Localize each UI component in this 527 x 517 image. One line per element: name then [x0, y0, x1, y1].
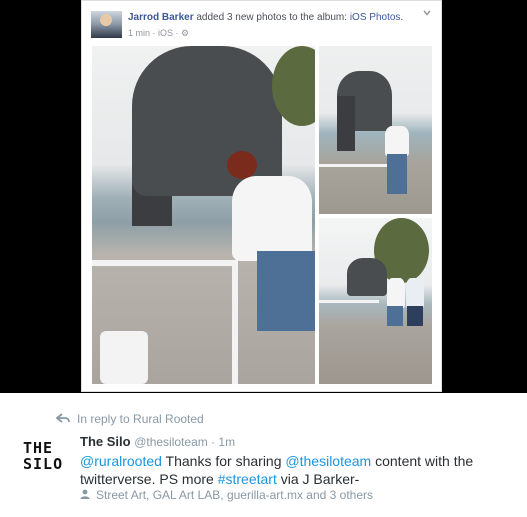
- statue-photo-bottom-right[interactable]: [319, 218, 432, 384]
- avatar-logo-line-2: SILO: [23, 455, 64, 473]
- reply-to-label: In reply to Rural Rooted: [77, 412, 204, 426]
- person-icon: [80, 488, 92, 502]
- account-handle[interactable]: @thesiloteam: [134, 435, 208, 449]
- avatar-logo-line-1: THE: [23, 439, 54, 457]
- privacy-gear-icon[interactable]: ⚙: [181, 28, 189, 38]
- tweet-text-part-1: Thanks for sharing: [161, 453, 286, 469]
- statue-photo-main[interactable]: [92, 46, 315, 384]
- photo-railing: [92, 260, 237, 266]
- statue-photo-top-right[interactable]: [319, 46, 432, 214]
- photo-person-legs: [387, 306, 403, 326]
- photo-railing-post: [232, 260, 238, 384]
- photo-railing: [319, 164, 391, 167]
- mention-ruralrooted[interactable]: @ruralrooted: [80, 453, 162, 469]
- mention-thesiloteam[interactable]: @thesiloteam: [285, 453, 371, 469]
- facebook-post-card: Jarrod Barker added 3 new photos to the …: [81, 0, 442, 392]
- photo-person-top: [232, 176, 312, 261]
- tweet: In reply to Rural Rooted THE SILO The Si…: [0, 393, 527, 517]
- chevron-down-icon[interactable]: [423, 9, 431, 17]
- in-reply-to[interactable]: In reply to Rural Rooted: [55, 412, 204, 426]
- author-avatar[interactable]: [91, 11, 122, 38]
- photo-person-legs: [387, 154, 407, 194]
- album-suffix: .: [400, 12, 404, 23]
- tweet-header: The Silo @thesiloteam · 1m: [80, 434, 235, 449]
- account-name[interactable]: The Silo: [80, 434, 131, 449]
- post-action-text: added 3 new photos to the album:: [193, 12, 350, 23]
- photo-person2-top: [406, 278, 424, 308]
- photo-person-top: [385, 126, 409, 156]
- post-meta: 1 min · iOS · ⚙: [128, 28, 189, 39]
- tweet-timestamp[interactable]: 1m: [218, 435, 235, 449]
- tagged-accounts-label: Street Art, GAL Art LAB, guerilla-art.mx…: [96, 488, 374, 502]
- post-timestamp[interactable]: 1 min · iOS ·: [128, 28, 181, 38]
- header-separator: ·: [207, 435, 219, 449]
- photo-pole: [337, 96, 355, 151]
- author-name-link[interactable]: Jarrod Barker: [128, 12, 194, 23]
- photo-person-legs: [257, 251, 315, 331]
- post-header: Jarrod Barker added 3 new photos to the …: [128, 11, 418, 24]
- photo-pedestal: [100, 331, 148, 384]
- tweet-text-part-3: via J Barker-: [276, 471, 360, 487]
- photo-person-top: [387, 278, 405, 308]
- album-link[interactable]: iOS Photos: [350, 12, 401, 23]
- photo-person-head: [227, 151, 257, 179]
- statue-figures: [132, 46, 282, 196]
- photo-person2-legs: [407, 306, 423, 326]
- photo-railing: [319, 300, 379, 303]
- tweet-text: @ruralrooted Thanks for sharing @thesilo…: [80, 452, 510, 488]
- reply-arrow-icon: [55, 412, 70, 426]
- tagged-accounts[interactable]: Street Art, GAL Art LAB, guerilla-art.mx…: [80, 488, 373, 502]
- hashtag-streetart[interactable]: #streetart: [218, 471, 277, 487]
- statue-figures: [347, 258, 387, 296]
- the-silo-avatar[interactable]: THE SILO: [23, 440, 67, 476]
